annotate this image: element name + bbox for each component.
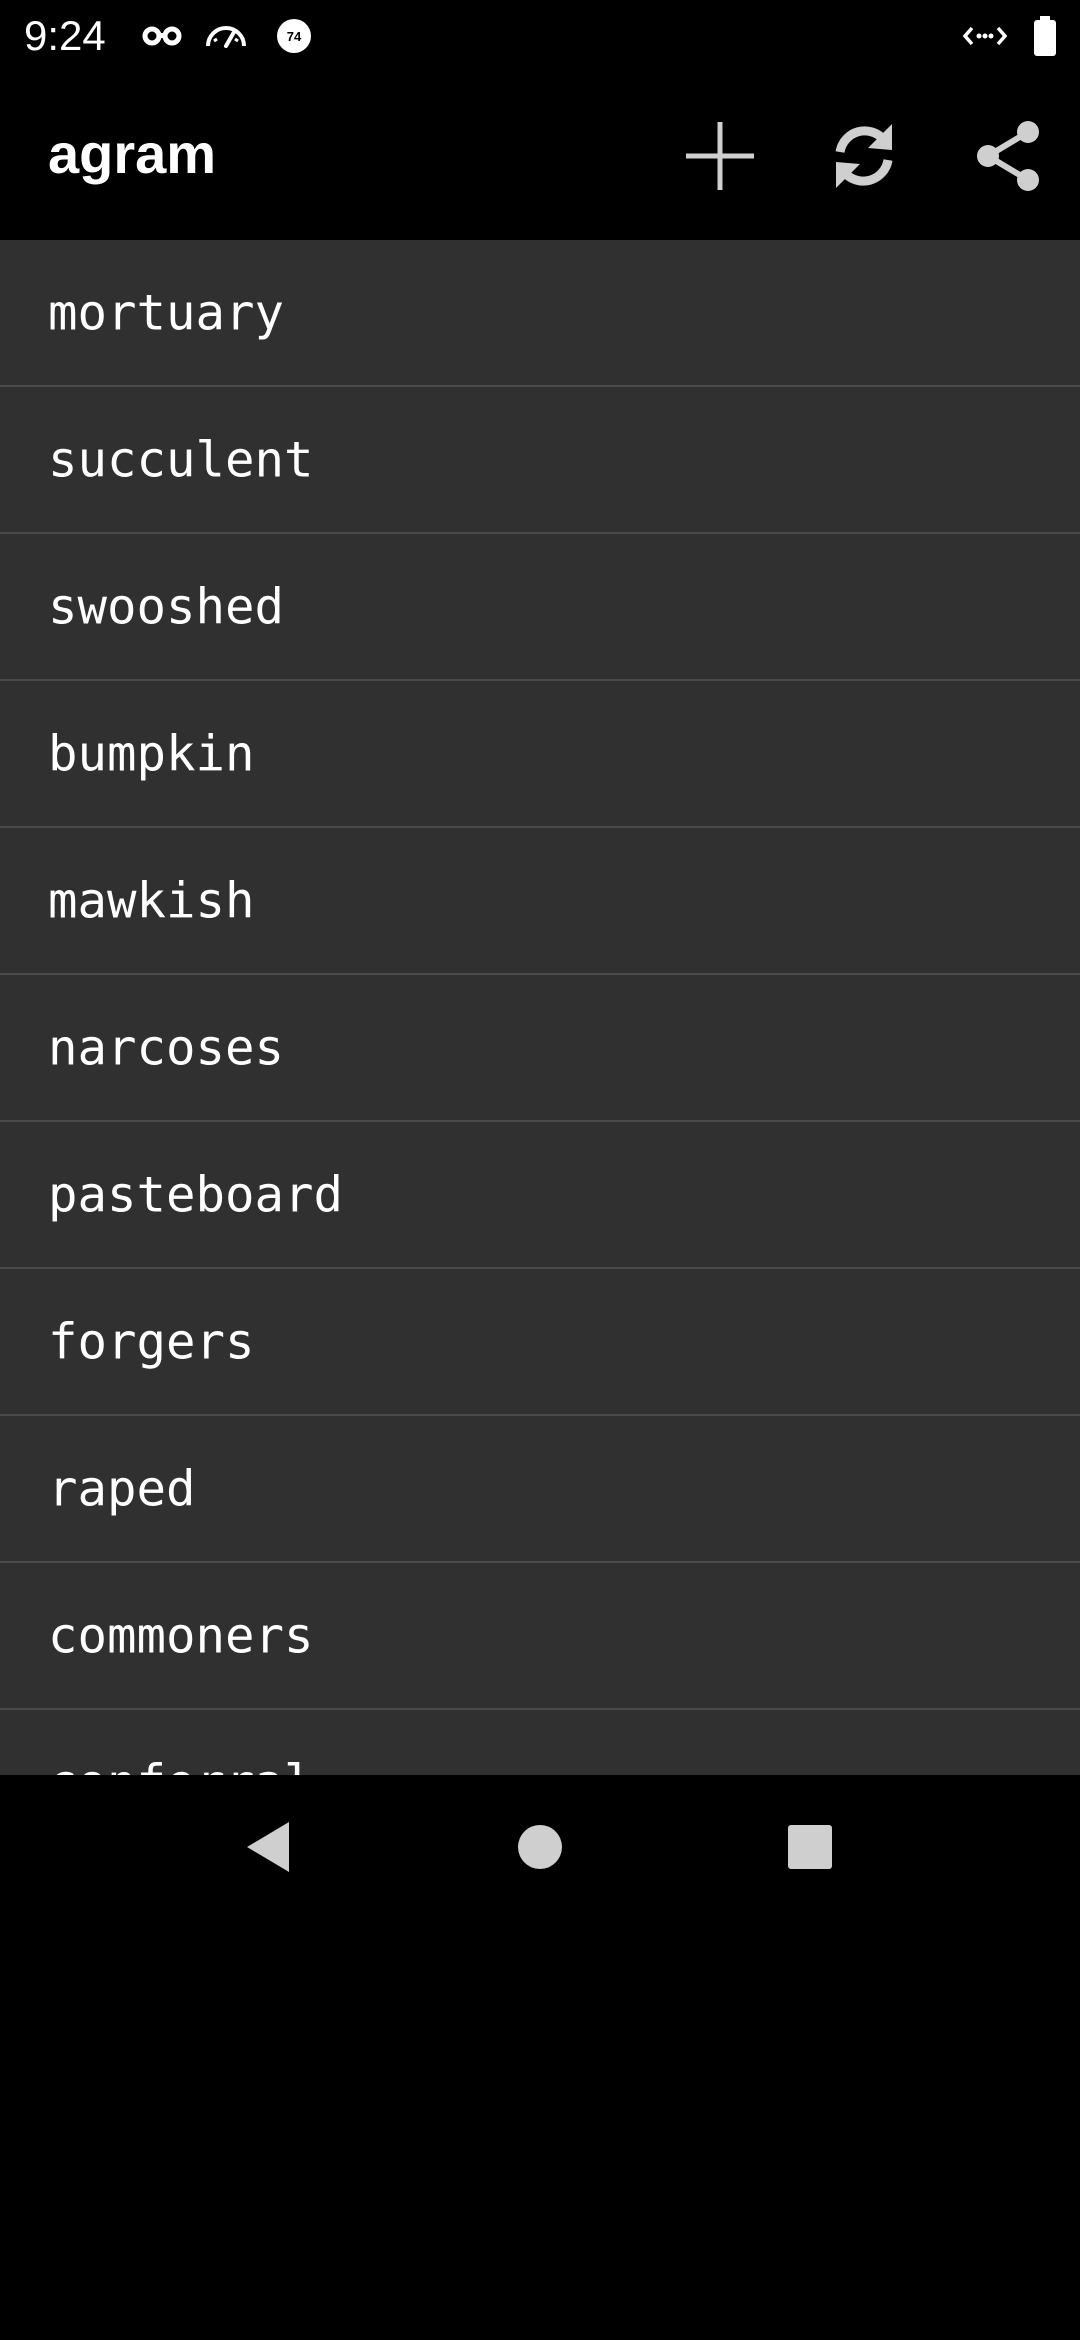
recents-button[interactable] [760,1797,860,1897]
screen-bottom-area [0,1920,1080,2340]
add-icon [686,122,754,190]
recents-icon [788,1825,832,1869]
badge-number: 74 [287,29,302,44]
status-bar: 9:24 74 [0,0,1080,72]
app-title: agram [48,122,217,185]
list-item[interactable]: commoners [0,1563,1080,1710]
list-item[interactable]: swooshed [0,534,1080,681]
list-item-label: succulent [48,431,314,488]
list-item-label: mortuary [48,284,285,341]
list-item-label: mawkish [48,872,255,929]
list-item-label: narcoses [48,1019,285,1076]
list-item[interactable]: conferral [0,1710,1080,1775]
list-item[interactable]: succulent [0,387,1080,534]
navigation-bar [0,1775,1080,1920]
refresh-icon [835,124,893,188]
list-item[interactable]: mawkish [0,828,1080,975]
home-icon [518,1825,562,1869]
list-item[interactable]: forgers [0,1269,1080,1416]
data-transfer-icon [962,14,1008,58]
list-item[interactable]: pasteboard [0,1122,1080,1269]
list-item-label: swooshed [48,578,285,635]
back-icon [247,1822,289,1872]
list-item[interactable]: raped [0,1416,1080,1563]
app-bar: agram [0,72,1080,240]
home-button[interactable] [490,1797,590,1897]
share-icon [977,121,1039,191]
list-item-label: raped [48,1460,196,1517]
share-button[interactable] [960,108,1056,204]
list-item-label: commoners [48,1607,314,1664]
list-item-label: conferral [48,1754,314,1775]
status-time: 9:24 [24,12,106,59]
list-item-label: pasteboard [48,1166,344,1223]
battery-icon [1028,14,1062,58]
list-item[interactable]: mortuary [0,240,1080,387]
list-item-label: bumpkin [48,725,255,782]
list-item[interactable]: narcoses [0,975,1080,1122]
add-button[interactable] [672,108,768,204]
word-list[interactable]: mortuary succulent swooshed bumpkin mawk… [0,240,1080,1775]
badge-74-icon: 74 [272,14,316,58]
refresh-button[interactable] [816,108,912,204]
list-item[interactable]: bumpkin [0,681,1080,828]
back-button[interactable] [218,1797,318,1897]
speedometer-icon [204,14,248,58]
list-item-label: forgers [48,1313,255,1370]
incognito-icon [140,14,184,58]
